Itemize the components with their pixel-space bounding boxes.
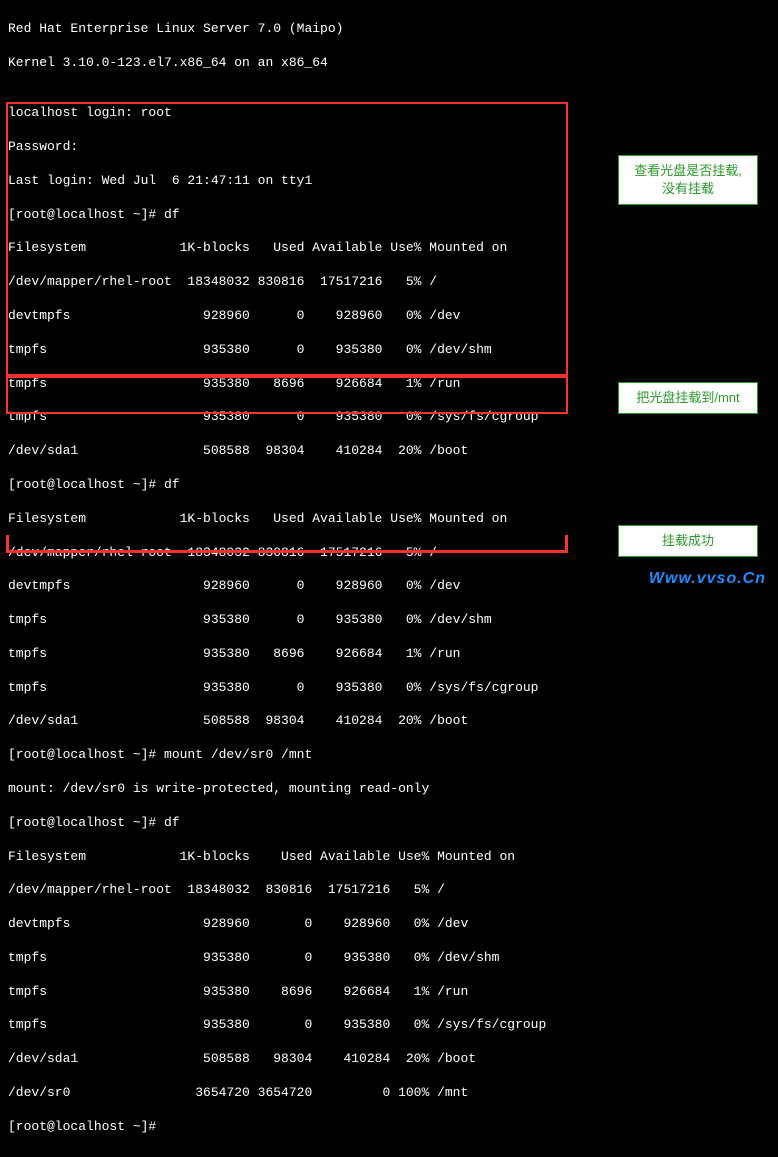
df-row: /dev/mapper/rhel-root 18348032 830816 17… <box>8 882 770 899</box>
header-kernel: Kernel 3.10.0-123.el7.x86_64 on an x86_6… <box>8 55 770 72</box>
df-row: tmpfs 935380 0 935380 0% /sys/fs/cgroup <box>8 1017 770 1034</box>
annotation-text: 没有挂载 <box>629 180 747 198</box>
df-row: tmpfs 935380 0 935380 0% /sys/fs/cgroup <box>8 680 770 697</box>
header-os: Red Hat Enterprise Linux Server 7.0 (Mai… <box>8 21 770 38</box>
watermark-text: Www.vvso.Cn <box>649 570 766 587</box>
annotation-text: 把光盘挂载到/mnt <box>629 389 747 407</box>
df-row: /dev/sda1 508588 98304 410284 20% /boot <box>8 1051 770 1068</box>
annotation-text: 挂载成功 <box>629 532 747 550</box>
df-row: /dev/mapper/rhel-root 18348032 830816 17… <box>8 274 770 291</box>
df-row: tmpfs 935380 8696 926684 1% /run <box>8 984 770 1001</box>
df-row: devtmpfs 928960 0 928960 0% /dev <box>8 916 770 933</box>
df-command-3: [root@localhost ~]# df <box>8 815 770 832</box>
df-row-mnt: /dev/sr0 3654720 3654720 0 100% /mnt <box>8 1085 770 1102</box>
final-prompt[interactable]: [root@localhost ~]# <box>8 1119 770 1136</box>
df-command-1: [root@localhost ~]# df <box>8 207 770 224</box>
df-row: tmpfs 935380 0 935380 0% /dev/shm <box>8 950 770 967</box>
watermark: Www.vvso.Cn <box>649 569 766 590</box>
df-command-2: [root@localhost ~]# df <box>8 477 770 494</box>
df-row: /dev/sda1 508588 98304 410284 20% /boot <box>8 443 770 460</box>
df-header: Filesystem 1K-blocks Used Available Use%… <box>8 849 770 866</box>
df-header: Filesystem 1K-blocks Used Available Use%… <box>8 240 770 257</box>
df-row: tmpfs 935380 8696 926684 1% /run <box>8 646 770 663</box>
df-row: tmpfs 935380 0 935380 0% /dev/shm <box>8 342 770 359</box>
df-row: tmpfs 935380 0 935380 0% /dev/shm <box>8 612 770 629</box>
annotation-mount-success: 挂载成功 <box>618 525 758 557</box>
mount-message: mount: /dev/sr0 is write-protected, moun… <box>8 781 770 798</box>
annotation-text: 查看光盘是否挂载, <box>629 162 747 180</box>
df-row: /dev/sda1 508588 98304 410284 20% /boot <box>8 713 770 730</box>
login-prompt: localhost login: root <box>8 105 770 122</box>
annotation-check-mount: 查看光盘是否挂载, 没有挂载 <box>618 155 758 205</box>
annotation-mount-to-mnt: 把光盘挂载到/mnt <box>618 382 758 414</box>
mount-command: [root@localhost ~]# mount /dev/sr0 /mnt <box>8 747 770 764</box>
password-prompt: Password: <box>8 139 770 156</box>
df-row: devtmpfs 928960 0 928960 0% /dev <box>8 308 770 325</box>
